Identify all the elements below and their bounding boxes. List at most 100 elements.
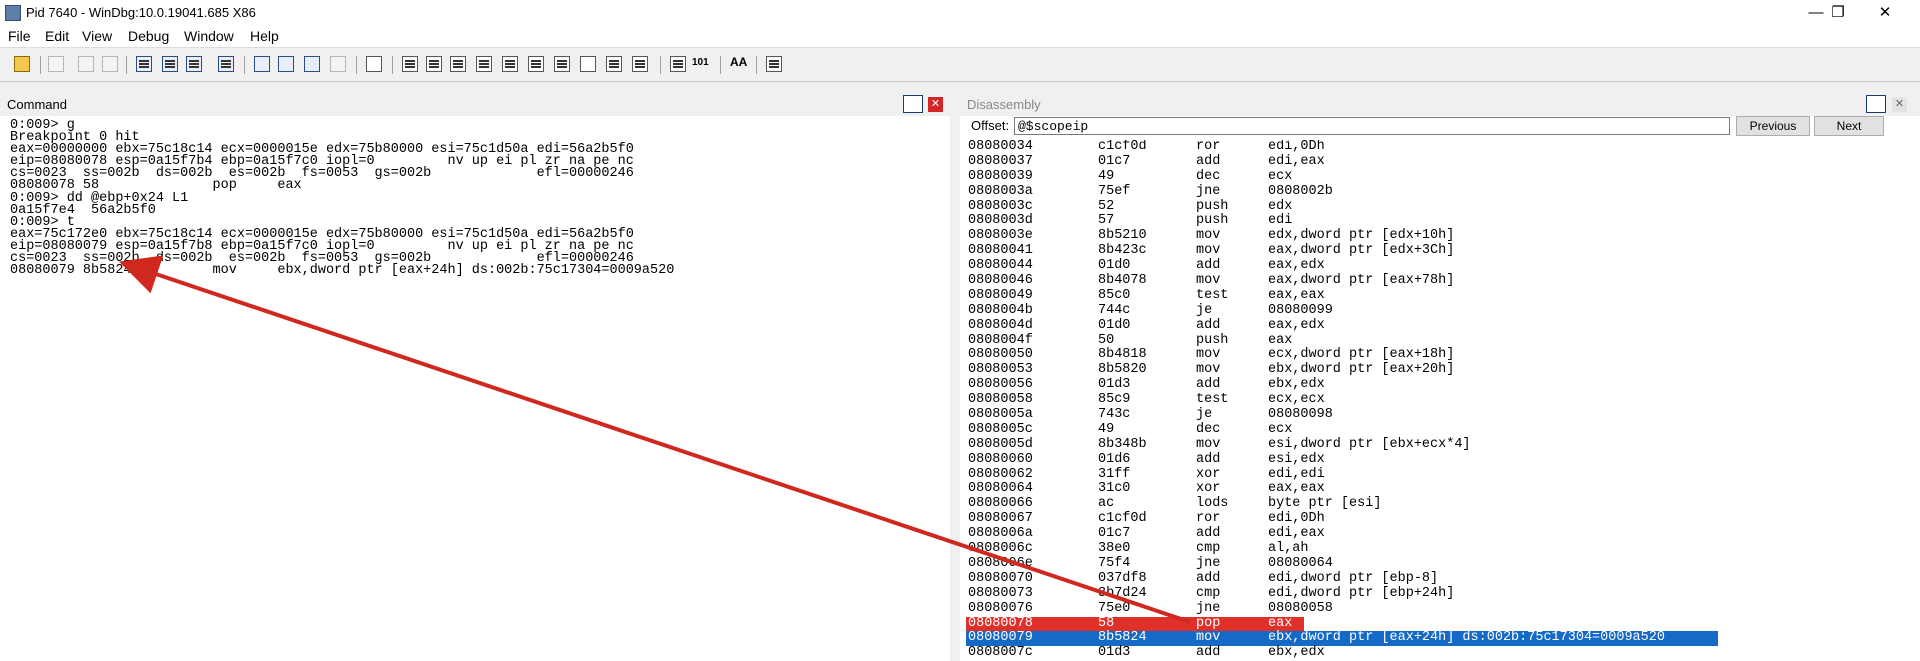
run-to-cursor-icon[interactable] <box>330 56 346 72</box>
paste-icon[interactable] <box>102 56 118 72</box>
restart-icon[interactable] <box>162 56 178 72</box>
disassembly-line[interactable]: 08080046 8b4078 mov eax,dword ptr [eax+78h] <box>966 274 1906 289</box>
close-button[interactable]: ✕ <box>1862 0 1908 25</box>
pane-splitter[interactable] <box>950 82 960 661</box>
step-out-icon[interactable] <box>304 56 320 72</box>
hand-icon[interactable] <box>366 56 382 72</box>
disassembly-line[interactable]: 08080049 85c0 test eax,eax <box>966 289 1906 304</box>
call-stack-window-icon[interactable] <box>528 56 544 72</box>
current-instruction-line[interactable]: 08080079 8b5824 mov ebx,dword ptr [eax+24h]… <box>966 631 1906 647</box>
step-into-icon[interactable] <box>254 56 270 72</box>
command-output[interactable]: 0:009> g Breakpoint 0 hit eax=00000000 ebx… <box>10 119 940 660</box>
break-icon[interactable] <box>218 56 234 72</box>
menu-file[interactable]: File <box>8 28 31 44</box>
windbg-app-icon <box>5 5 21 21</box>
instruction-address: 08080064 <box>968 481 1033 497</box>
go-icon[interactable] <box>136 56 152 72</box>
disassembly-line[interactable]: 08080064 31c0 xor eax,eax <box>966 482 1906 497</box>
breakpoint-line[interactable]: 08080078 58 pop eax <box>966 616 1906 632</box>
disassembly-line[interactable]: 0808005c 49 dec ecx <box>966 423 1906 438</box>
disassembly-line[interactable]: 0808006c 38e0 cmp al,ah <box>966 542 1906 557</box>
disassembly-line[interactable]: 0808005d 8b348b mov esi,dword ptr [ebx+ecx*… <box>966 438 1906 453</box>
instruction-opcode: 31ff <box>1098 466 1131 482</box>
scratch-pad-icon[interactable] <box>580 56 596 72</box>
disassembly-line[interactable]: 08080041 8b423c mov eax,dword ptr [edx+3Ch] <box>966 244 1906 259</box>
command-window-icon[interactable] <box>903 95 923 113</box>
disassembly-line[interactable]: 0808006a 01c7 add edi,eax <box>966 527 1906 542</box>
instruction-address: 08080076 <box>968 600 1033 616</box>
offset-input[interactable] <box>1014 117 1730 135</box>
restore-button[interactable]: ❐ <box>1815 0 1861 25</box>
disassembly-line[interactable]: 08080060 01d6 add esi,edx <box>966 451 1906 468</box>
disassembly-line[interactable]: 08080058 85c9 test ecx,ecx <box>966 393 1906 408</box>
instruction-opcode: c1cf0d <box>1098 511 1147 527</box>
disassembly-line[interactable]: 08080039 49 dec ecx <box>966 169 1906 185</box>
disassembly-line[interactable]: 08080067 c1cf0d ror edi,0Dh <box>966 512 1906 527</box>
command-window-icon[interactable] <box>402 56 418 72</box>
window-title: Pid 7640 - WinDbg:10.0.19041.685 X86 <box>26 5 256 20</box>
registers-window-icon[interactable] <box>476 56 492 72</box>
menu-view[interactable]: View <box>82 28 112 44</box>
instruction-address: 08080060 <box>968 451 1033 467</box>
open-icon[interactable] <box>14 56 30 72</box>
close-icon[interactable]: ✕ <box>928 97 943 112</box>
disassembly-line[interactable]: 0808003e 8b5210 mov edx,dword ptr [edx+10h] <box>966 229 1906 244</box>
stop-debugging-icon[interactable] <box>186 56 202 72</box>
menu-debug[interactable]: Debug <box>128 28 169 44</box>
disassembly-line[interactable]: 0808004d 01d0 add eax,edx <box>966 318 1906 334</box>
disassembly-line[interactable]: 0808003a 75ef jne 0808002b <box>966 184 1906 200</box>
source-mode-icon[interactable] <box>670 56 686 72</box>
memory-window-icon[interactable] <box>502 56 518 72</box>
copy-icon[interactable] <box>78 56 94 72</box>
watch-window-icon[interactable] <box>426 56 442 72</box>
previous-button[interactable]: Previous <box>1736 116 1810 136</box>
disassembly-line[interactable]: 0808004f 50 push eax <box>966 333 1906 349</box>
instruction-mnemonic: dec <box>1196 421 1221 437</box>
processes-threads-icon[interactable] <box>606 56 622 72</box>
disassembly-line[interactable]: 0808003c 52 push edx <box>966 198 1906 215</box>
toolbar-separator <box>660 56 661 74</box>
disassembly-line[interactable]: 0808004b 744c je 08080099 <box>966 303 1906 319</box>
disassembly-window-icon[interactable] <box>554 56 570 72</box>
menu-edit[interactable]: Edit <box>45 28 69 44</box>
disassembly-line[interactable]: 08080056 01d3 add ebx,edx <box>966 378 1906 393</box>
instruction-address: 08080044 <box>968 258 1033 274</box>
disassembly-line[interactable]: 08080076 75e0 jne 08080058 <box>966 600 1906 617</box>
source-window-icon[interactable] <box>632 56 648 72</box>
instruction-operands: eax,eax <box>1268 287 1325 303</box>
instruction-opcode: 8b348b <box>1098 436 1147 452</box>
locals-window-icon[interactable] <box>450 56 466 72</box>
instruction-address: 08080041 <box>968 243 1033 259</box>
disassembly-line[interactable]: 08080073 3b7d24 cmp edi,dword ptr [ebp+24h] <box>966 585 1906 602</box>
disassembly-line[interactable]: 08080037 01c7 add edi,eax <box>966 155 1906 170</box>
cut-icon[interactable] <box>48 56 64 72</box>
menu-window[interactable]: Window <box>184 28 234 44</box>
disassembly-list[interactable]: 08080034 c1cf0d ror edi,0Dh 08080037 01c7 add e… <box>966 140 1906 661</box>
disassembly-line[interactable]: 08080053 8b5820 mov ebx,dword ptr [eax+20h] <box>966 363 1906 378</box>
instruction-mnemonic: add <box>1196 451 1221 467</box>
disassembly-line[interactable]: 0808005a 743c je 08080098 <box>966 408 1906 423</box>
instruction-operands: eax,edx <box>1268 258 1325 274</box>
disassembly-line[interactable]: 0808006e 75f4 jne 08080064 <box>966 557 1906 572</box>
disassembly-line[interactable]: 08080066 ac lods byte ptr [esi] <box>966 497 1906 512</box>
options-icon[interactable] <box>766 56 782 72</box>
instruction-opcode: 3b7d24 <box>1098 585 1147 601</box>
next-button[interactable]: Next <box>1814 116 1884 136</box>
instruction-opcode: 49 <box>1098 421 1115 437</box>
disassembly-line[interactable]: 08080034 c1cf0d ror edi,0Dh <box>966 140 1906 155</box>
disassembly-window-icon[interactable] <box>1866 95 1886 113</box>
menu-help[interactable]: Help <box>250 28 279 44</box>
source-mode-off-icon[interactable]: 101 <box>692 57 709 68</box>
step-over-icon[interactable] <box>278 56 294 72</box>
disassembly-line[interactable]: 08080050 8b4818 mov ecx,dword ptr [eax+18h] <box>966 348 1906 363</box>
disassembly-line[interactable]: 08080044 01d0 add eax,edx <box>966 259 1906 274</box>
disassembly-line[interactable]: 0808007c 01d3 add ebx,edx <box>966 646 1906 661</box>
disassembly-line[interactable]: 0808003d 57 push edi <box>966 214 1906 229</box>
disassembly-line[interactable]: 08080062 31ff xor edi,edi <box>966 466 1906 483</box>
toolbar-separator <box>356 56 357 74</box>
instruction-operands: edx <box>1268 198 1293 214</box>
disassembly-line[interactable]: 08080070 037df8 add edi,dword ptr [ebp-8] <box>966 572 1906 587</box>
instruction-operands: ebx,edx <box>1268 377 1325 393</box>
font-icon[interactable]: AA <box>730 55 747 69</box>
close-icon[interactable]: ✕ <box>1892 97 1907 112</box>
